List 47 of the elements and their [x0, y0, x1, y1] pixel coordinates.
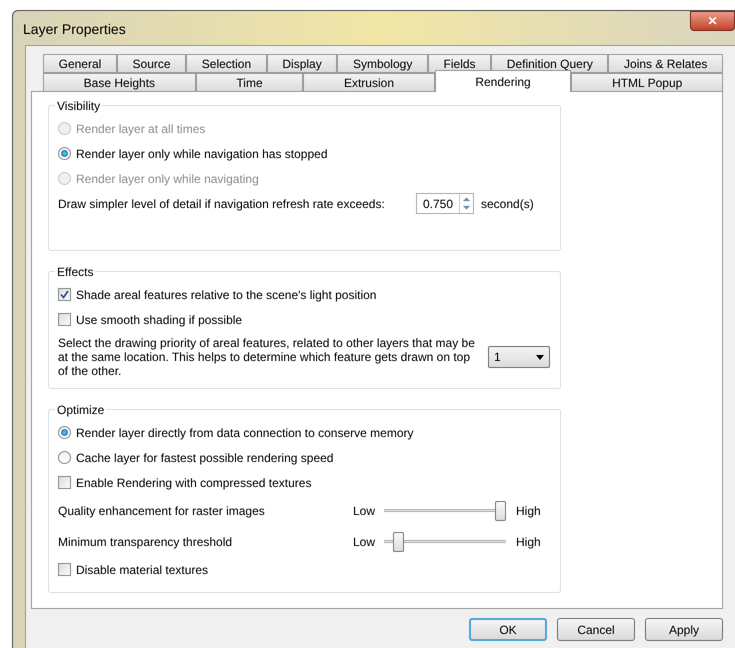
radio-label: Render layer only while navigation has stopped [76, 146, 328, 162]
checkbox[interactable] [58, 563, 71, 576]
tab[interactable]: Display [266, 54, 338, 73]
spin-arrows-icon[interactable] [459, 194, 473, 213]
checkbox[interactable] [58, 476, 71, 489]
tab[interactable]: Base Heights [43, 73, 196, 92]
tab[interactable]: Source [116, 54, 186, 73]
radio-button[interactable] [58, 147, 71, 160]
dialog-button[interactable]: OK [469, 618, 547, 641]
window-title: Layer Properties [23, 20, 126, 39]
radio-button[interactable] [58, 451, 71, 464]
radio-label: Cache layer for fastest possible rendering speed [76, 450, 334, 466]
dropdown-arrow-icon [536, 354, 544, 360]
checkbox-label: Shade areal features relative to the scene's light position [76, 286, 376, 304]
radio-label: Render layer at all times [76, 120, 206, 138]
tab[interactable]: Rendering [434, 70, 572, 92]
slider-label: Quality enhancement for raster images [58, 502, 266, 520]
tab[interactable]: Extrusion [303, 73, 435, 92]
tab[interactable]: General [43, 54, 117, 73]
checkbox[interactable] [58, 313, 71, 326]
tab[interactable]: Time [196, 73, 304, 92]
radio-label: Render layer directly from data connection to conserve memory [76, 424, 414, 442]
checkbox-label: Enable Rendering with compressed textures [76, 474, 312, 492]
check-icon [60, 290, 69, 299]
slider-thumb[interactable] [495, 500, 506, 520]
checkbox[interactable] [58, 288, 71, 301]
dialog-button[interactable]: Apply [645, 618, 723, 641]
tab[interactable]: Joins & Relates [608, 54, 724, 73]
tab[interactable]: Selection [186, 54, 267, 73]
setting-label: Draw simpler level of detail if navigation refresh rate exceeds: [58, 196, 386, 212]
dialog-button[interactable]: Cancel [557, 618, 635, 641]
priority-dropdown[interactable]: 1 [488, 346, 550, 368]
slider-label: Minimum transparency threshold [58, 534, 234, 550]
checkbox-label: Use smooth shading if possible [76, 312, 242, 328]
number-spinner[interactable]: 0.750 [416, 193, 474, 214]
slider-high-label: High [516, 502, 541, 520]
checkbox-label: Disable material textures [76, 562, 208, 578]
slider-high-label: High [516, 534, 541, 550]
slider-low-label: Low [353, 534, 376, 550]
tab[interactable]: Symbology [337, 54, 428, 73]
radio-button[interactable] [58, 426, 71, 439]
unit-label: second(s) [481, 196, 534, 212]
slider-thumb[interactable] [392, 532, 404, 552]
slider-low-label: Low [353, 502, 376, 520]
priority-description: Select the drawing priority of areal features, related to other layers that may be at the same location. This helps to determine which feature gets drawn on top of the other. [58, 336, 476, 378]
radio-label: Render layer only while navigating [76, 170, 259, 188]
tab[interactable]: HTML Popup [571, 73, 723, 92]
